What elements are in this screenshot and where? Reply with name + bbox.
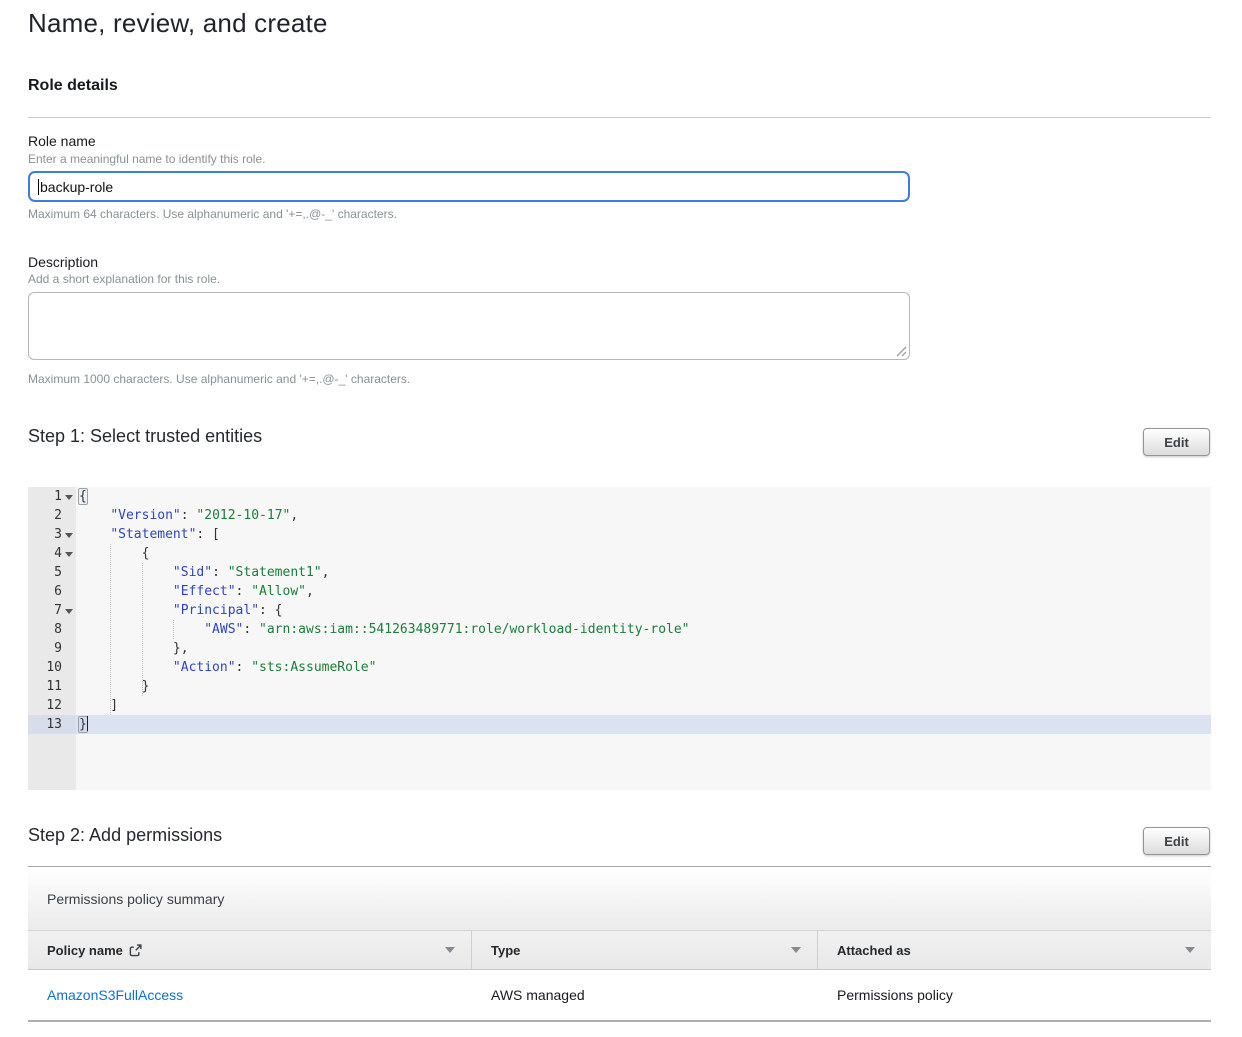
policy-table-body: AmazonS3FullAccess AWS managedPermissions…: [28, 970, 1211, 1022]
fold-arrow-icon[interactable]: [65, 495, 73, 500]
fold-arrow-icon[interactable]: [65, 609, 73, 614]
role-details-heading: Role details: [28, 77, 118, 95]
gutter-line[interactable]: 10: [28, 658, 76, 677]
fold-arrow-icon[interactable]: [65, 533, 73, 538]
code-line[interactable]: }: [76, 677, 1211, 696]
sort-icon: [791, 947, 801, 953]
role-name-input[interactable]: backup-role: [28, 171, 910, 202]
code-area[interactable]: { "Version": "2012-10-17", "Statement": …: [76, 487, 1211, 790]
column-header-policy-name[interactable]: Policy name: [28, 931, 472, 969]
code-line[interactable]: },: [76, 639, 1211, 658]
role-name-constraint: Maximum 64 characters. Use alphanumeric …: [28, 207, 397, 221]
description-label: Description: [28, 254, 98, 270]
gutter-line[interactable]: 13: [28, 715, 76, 734]
editor-caret: [87, 716, 88, 731]
code-lines: { "Version": "2012-10-17", "Statement": …: [76, 487, 1211, 734]
description-constraint: Maximum 1000 characters. Use alphanumeri…: [28, 372, 410, 386]
role-name-value: backup-role: [40, 179, 113, 195]
code-line[interactable]: }: [76, 715, 1211, 734]
code-line[interactable]: ]: [76, 696, 1211, 715]
page-title: Name, review, and create: [28, 8, 328, 39]
step2-heading: Step 2: Add permissions: [28, 825, 222, 846]
code-line[interactable]: "Sid": "Statement1",: [76, 563, 1211, 582]
step1-heading: Step 1: Select trusted entities: [28, 426, 262, 447]
description-field-wrap: [28, 292, 910, 360]
gutter-line[interactable]: 3: [28, 525, 76, 544]
column-header-type[interactable]: Type: [472, 931, 818, 969]
code-line[interactable]: "Principal": {: [76, 601, 1211, 620]
sort-icon: [445, 947, 455, 953]
external-link-icon: [129, 944, 142, 957]
name-review-create-page: Name, review, and create Role details Ro…: [0, 0, 1242, 1037]
table-row: AmazonS3FullAccess AWS managedPermissions…: [28, 970, 1211, 1020]
description-textarea[interactable]: [28, 292, 910, 360]
fold-arrow-icon[interactable]: [65, 552, 73, 557]
code-line[interactable]: "Effect": "Allow",: [76, 582, 1211, 601]
trust-policy-editor[interactable]: 12345678910111213 { "Version": "2012-10-…: [28, 487, 1211, 790]
code-line[interactable]: {: [76, 487, 1211, 506]
permissions-panel-title: Permissions policy summary: [47, 891, 224, 907]
code-gutter: 12345678910111213: [28, 487, 76, 790]
description-hint: Add a short explanation for this role.: [28, 272, 220, 286]
gutter-line[interactable]: 8: [28, 620, 76, 639]
role-name-hint: Enter a meaningful name to identify this…: [28, 152, 265, 166]
policy-table-header: Policy name Type Attached as: [28, 930, 1211, 970]
code-line[interactable]: "Statement": [: [76, 525, 1211, 544]
text-caret: [38, 179, 39, 195]
gutter-line[interactable]: 6: [28, 582, 76, 601]
gutter-line[interactable]: 2: [28, 506, 76, 525]
section-divider: [28, 117, 1211, 118]
sort-icon: [1185, 947, 1195, 953]
code-line[interactable]: "Version": "2012-10-17",: [76, 506, 1211, 525]
gutter-line[interactable]: 11: [28, 677, 76, 696]
step2-edit-button[interactable]: Edit: [1143, 827, 1210, 855]
policy-name-link[interactable]: AmazonS3FullAccess: [47, 987, 183, 1003]
gutter-line[interactable]: 7: [28, 601, 76, 620]
code-line[interactable]: {: [76, 544, 1211, 563]
gutter-line[interactable]: 4: [28, 544, 76, 563]
gutter-line[interactable]: 12: [28, 696, 76, 715]
permissions-summary-panel: Permissions policy summary Policy name T…: [28, 866, 1211, 1022]
gutter-line[interactable]: 5: [28, 563, 76, 582]
gutter-line[interactable]: 9: [28, 639, 76, 658]
permissions-panel-header: Permissions policy summary: [28, 867, 1211, 930]
code-line[interactable]: "Action": "sts:AssumeRole": [76, 658, 1211, 677]
step1-edit-button[interactable]: Edit: [1143, 428, 1210, 456]
column-header-attached-as[interactable]: Attached as: [818, 931, 1211, 969]
policy-type-cell: AWS managed: [472, 987, 818, 1003]
gutter-line[interactable]: 1: [28, 487, 76, 506]
role-name-label: Role name: [28, 133, 96, 149]
attached-as-cell: Permissions policy: [818, 987, 1211, 1003]
code-line[interactable]: "AWS": "arn:aws:iam::541263489771:role/w…: [76, 620, 1211, 639]
